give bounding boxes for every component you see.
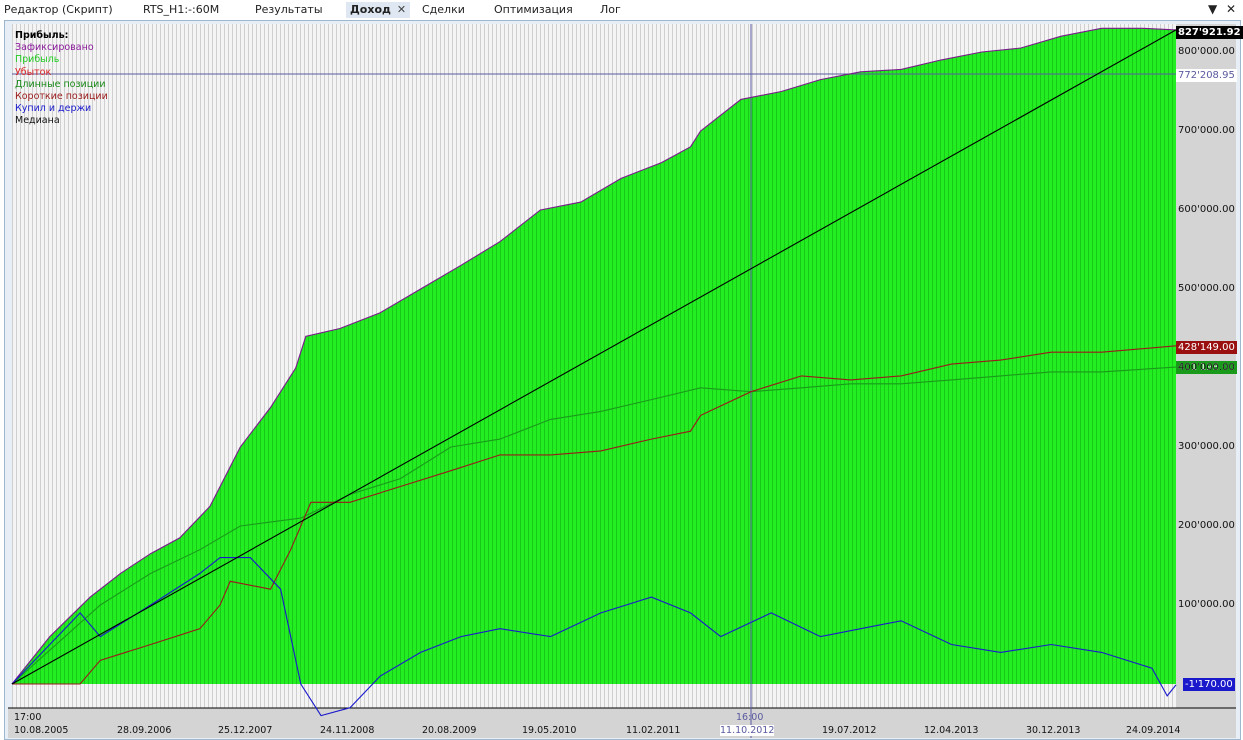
cursor-date-label: 11.10.2012	[720, 725, 775, 736]
x-tick-label: 10.08.2005	[14, 725, 69, 736]
income-chart[interactable]	[0, 0, 1243, 740]
x-tick-label: 12.04.2013	[924, 725, 979, 736]
legend-item-fixed: Зафиксировано	[15, 42, 94, 54]
legend-item-profit: Прибыль	[15, 54, 60, 66]
y-tick-label: 300'000.00	[1178, 441, 1235, 452]
x-time-label: 17:00	[14, 712, 42, 723]
buyhold-value-marker: -1'170.00	[1183, 678, 1235, 691]
y-tick-label: 700'000.00	[1178, 125, 1235, 136]
x-tick-label: 11.02.2011	[626, 725, 681, 736]
x-tick-label: 20.08.2009	[422, 725, 477, 736]
legend-item-long: Длинные позиции	[15, 78, 106, 90]
legend-item-buyhold: Купил и держи	[15, 103, 92, 115]
short-value-marker: 428'149.00	[1176, 341, 1237, 354]
y-tick-label: 400'000.00	[1178, 362, 1235, 373]
x-tick-label: 19.05.2010	[522, 725, 577, 736]
x-tick-label: 19.07.2012	[822, 725, 877, 736]
profit-value-marker: 827'921.92	[1176, 26, 1243, 39]
legend: Прибыль: Зафиксировано Прибыль Убыток Дл…	[15, 30, 108, 128]
y-tick-label: 100'000.00	[1178, 599, 1235, 610]
legend-item-median: Медиана	[15, 115, 60, 127]
y-tick-label: 600'000.00	[1178, 204, 1235, 215]
x-tick-label: 28.09.2006	[117, 725, 172, 736]
legend-title: Прибыль:	[15, 30, 69, 41]
x-tick-label: 30.12.2013	[1026, 725, 1081, 736]
y-tick-label: 500'000.00	[1178, 283, 1235, 294]
cursor-value-marker: 772'208.95	[1176, 69, 1237, 82]
x-tick-label: 25.12.2007	[218, 725, 273, 736]
legend-item-short: Короткие позиции	[15, 91, 108, 103]
y-tick-label: 200'000.00	[1178, 520, 1235, 531]
y-tick-label: 800'000.00	[1178, 46, 1235, 57]
legend-item-loss: Убыток	[15, 66, 52, 78]
cursor-time-label: 16:00	[736, 712, 764, 723]
x-tick-label: 24.11.2008	[320, 725, 375, 736]
x-tick-label: 24.09.2014	[1126, 725, 1181, 736]
